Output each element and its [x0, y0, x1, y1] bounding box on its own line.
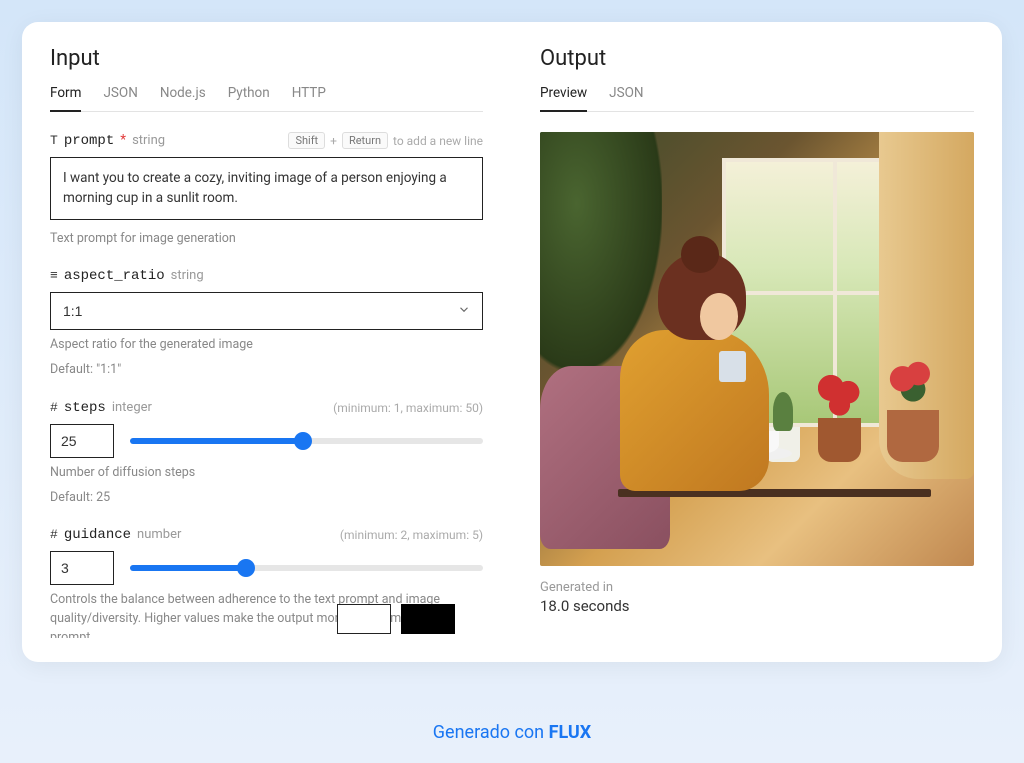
field-name: guidance [64, 527, 131, 543]
field-prompt: T prompt * string Shift + Return to add a… [50, 132, 483, 248]
generated-label: Generated in [540, 580, 974, 595]
prompt-help: Text prompt for image generation [50, 230, 483, 249]
list-icon: ≡ [50, 268, 58, 283]
steps-input[interactable] [50, 424, 114, 458]
aspect-help: Aspect ratio for the generated image [50, 336, 483, 355]
tab-python[interactable]: Python [228, 85, 270, 111]
action-buttons [337, 604, 455, 634]
kbd-shift: Shift [288, 132, 325, 149]
steps-default: Default: 25 [50, 489, 483, 508]
guidance-input[interactable] [50, 551, 114, 585]
app-card: Input Form JSON Node.js Python HTTP T pr… [22, 22, 1002, 662]
field-aspect-ratio: ≡ aspect_ratio string 1:1 Aspect ratio f… [50, 268, 483, 380]
brand-name: FLUX [549, 722, 592, 743]
input-panel: Input Form JSON Node.js Python HTTP T pr… [22, 22, 512, 662]
prompt-input[interactable] [50, 157, 483, 220]
output-title: Output [540, 46, 974, 71]
field-type: number [137, 527, 181, 542]
input-tabs: Form JSON Node.js Python HTTP [50, 85, 483, 112]
tab-json[interactable]: JSON [103, 85, 137, 111]
field-name: steps [64, 400, 106, 416]
tab-http[interactable]: HTTP [292, 85, 326, 111]
steps-slider[interactable] [130, 437, 483, 445]
output-image [540, 132, 974, 566]
field-type: integer [112, 400, 152, 415]
generated-time: 18.0 seconds [540, 597, 974, 615]
tab-nodejs[interactable]: Node.js [160, 85, 206, 111]
newline-hint: Shift + Return to add a new line [288, 132, 483, 149]
steps-help: Number of diffusion steps [50, 464, 483, 483]
guidance-slider[interactable] [130, 564, 483, 572]
output-panel: Output Preview JSON Generated in 18 [512, 22, 1002, 662]
text-icon: T [50, 133, 58, 148]
field-type: string [132, 133, 165, 148]
field-steps: # steps integer (minimum: 1, maximum: 50… [50, 400, 483, 508]
tab-form[interactable]: Form [50, 85, 81, 111]
tab-output-json[interactable]: JSON [609, 85, 643, 111]
aspect-ratio-select[interactable]: 1:1 [50, 292, 483, 330]
field-type: string [171, 268, 204, 283]
footer-attribution: Generado con FLUX [0, 722, 1024, 743]
kbd-return: Return [342, 132, 388, 149]
required-mark: * [120, 132, 126, 148]
number-icon: # [50, 400, 58, 415]
input-title: Input [50, 46, 483, 71]
field-name: aspect_ratio [64, 268, 165, 284]
number-icon: # [50, 527, 58, 542]
secondary-button[interactable] [337, 604, 391, 634]
aspect-default: Default: "1:1" [50, 361, 483, 380]
guidance-range: (minimum: 2, maximum: 5) [340, 528, 483, 542]
output-tabs: Preview JSON [540, 85, 974, 112]
primary-button[interactable] [401, 604, 455, 634]
field-name: prompt [64, 133, 114, 149]
steps-range: (minimum: 1, maximum: 50) [333, 401, 483, 415]
tab-preview[interactable]: Preview [540, 85, 587, 111]
